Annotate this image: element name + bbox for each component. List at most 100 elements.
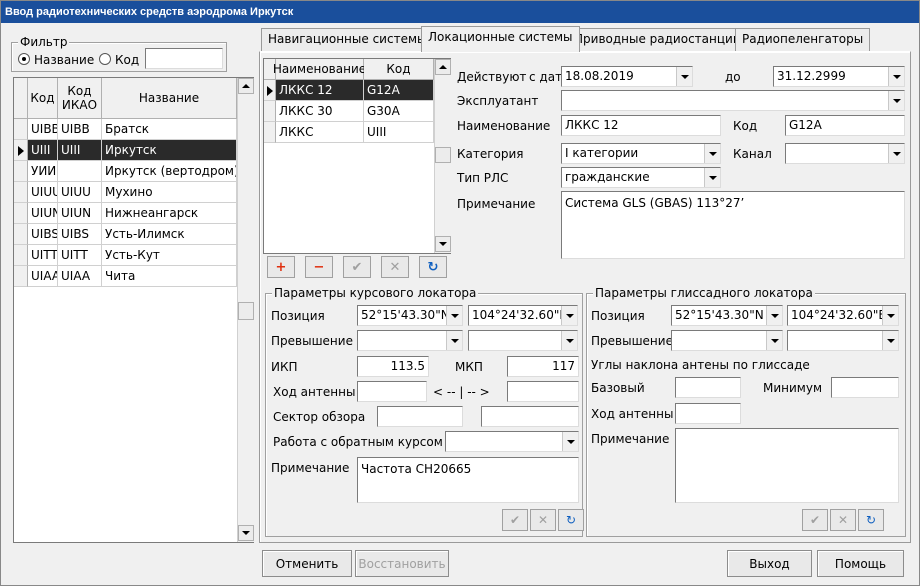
course-antenna-left-input[interactable] [357, 381, 427, 402]
airport-name-cell[interactable]: Усть-Илимск [102, 224, 237, 245]
category-select[interactable]: I категории [561, 143, 721, 164]
dropdown-arrow-icon[interactable] [888, 144, 904, 163]
airport-icao-cell[interactable]: UIBS [58, 224, 102, 245]
operator-select[interactable] [561, 90, 905, 111]
col-header-name[interactable]: Название [102, 78, 237, 119]
dropdown-arrow-icon[interactable] [766, 306, 782, 325]
airport-name-cell[interactable]: Братск [102, 119, 237, 140]
airport-icao-cell[interactable] [58, 161, 102, 182]
refresh-button[interactable]: ↻ [419, 256, 447, 278]
airport-code-cell[interactable]: UIBB [28, 119, 58, 140]
system-code-cell[interactable]: G30A [364, 101, 434, 122]
system-row-indicator[interactable] [264, 80, 276, 101]
sector-from-input[interactable] [377, 406, 463, 427]
sector-to-input[interactable] [481, 406, 579, 427]
filter-input[interactable] [145, 48, 223, 69]
dropdown-arrow-icon[interactable] [882, 331, 898, 350]
glide-note-textarea[interactable] [675, 428, 899, 503]
systems-scroll-thumb[interactable] [435, 147, 451, 163]
system-name-cell[interactable]: ЛККС [276, 122, 364, 143]
airports-scrollbar[interactable] [237, 78, 254, 542]
airport-code-cell[interactable]: UIII [28, 140, 58, 161]
name-input[interactable]: ЛККС 12 [561, 115, 721, 136]
airport-code-cell[interactable]: UIUN [28, 203, 58, 224]
airport-icao-cell[interactable]: UIII [58, 140, 102, 161]
airport-icao-cell[interactable]: UIUN [58, 203, 102, 224]
airport-code-cell[interactable]: UITT [28, 245, 58, 266]
course-refresh-button[interactable]: ↻ [558, 509, 584, 531]
help-button[interactable]: Помощь [817, 550, 904, 577]
row-indicator[interactable] [14, 245, 28, 266]
airport-icao-cell[interactable]: UIAA [58, 266, 102, 287]
dropdown-arrow-icon[interactable] [561, 331, 577, 350]
filter-by-code-radio[interactable] [99, 53, 111, 65]
system-row-indicator[interactable] [264, 101, 276, 122]
remove-button[interactable]: − [305, 256, 333, 278]
tab-navigation[interactable]: Навигационные системы [261, 28, 434, 51]
row-indicator[interactable] [14, 203, 28, 224]
dropdown-arrow-icon[interactable] [561, 306, 577, 325]
system-code-cell[interactable]: G12A [364, 80, 434, 101]
valid-from-date[interactable]: 18.08.2019 [561, 66, 693, 87]
rls-type-select[interactable]: гражданские [561, 167, 721, 188]
dropdown-arrow-icon[interactable] [704, 168, 720, 187]
scroll-down-button[interactable] [238, 525, 254, 541]
course-lon-select[interactable]: 104°24'32.60"E [468, 305, 578, 326]
airport-name-cell[interactable]: Иркутск [102, 140, 237, 161]
glide-base-input[interactable] [675, 377, 741, 398]
note-textarea[interactable]: Система GLS (GBAS) 113°27’ [561, 191, 905, 259]
course-elevation-unit-select[interactable] [468, 330, 578, 351]
glide-elevation-unit-select[interactable] [787, 330, 899, 351]
tab-direction-finders[interactable]: Радиопеленгаторы [735, 28, 871, 51]
airport-icao-cell[interactable]: UIBB [58, 119, 102, 140]
system-code-cell[interactable]: UIII [364, 122, 434, 143]
mkp-input[interactable]: 117 [507, 356, 579, 377]
systems-scrollbar[interactable] [434, 59, 451, 253]
tab-location[interactable]: Локационные системы [421, 26, 580, 52]
scroll-up-button[interactable] [238, 78, 254, 94]
glide-apply-button[interactable]: ✔ [802, 509, 828, 531]
tab-beacons[interactable]: Приводные радиостанции [567, 28, 748, 51]
code-input[interactable]: G12A [785, 115, 905, 136]
glide-antenna-input[interactable] [675, 403, 741, 424]
row-indicator[interactable] [14, 161, 28, 182]
system-name-cell[interactable]: ЛККС 12 [276, 80, 364, 101]
scroll-thumb[interactable] [238, 302, 254, 320]
dropdown-arrow-icon[interactable] [704, 144, 720, 163]
airport-code-cell[interactable]: UIBS [28, 224, 58, 245]
course-elevation-select[interactable] [357, 330, 463, 351]
glide-elevation-select[interactable] [671, 330, 783, 351]
restore-button[interactable]: Восстановить [355, 550, 449, 577]
glide-refresh-button[interactable]: ↻ [858, 509, 884, 531]
glide-lon-select[interactable]: 104°24'32.60"E [787, 305, 899, 326]
col-header-icao[interactable]: Код ИКАО [58, 78, 102, 119]
add-button[interactable]: + [267, 256, 295, 278]
ikp-input[interactable]: 113.5 [357, 356, 429, 377]
backcourse-select[interactable] [445, 431, 579, 452]
airport-name-cell[interactable]: Чита [102, 266, 237, 287]
airport-icao-cell[interactable]: UITT [58, 245, 102, 266]
filter-by-name-radio[interactable] [18, 53, 30, 65]
glide-min-input[interactable] [831, 377, 899, 398]
col-header-system-name[interactable]: Наименование [273, 59, 366, 80]
airport-name-cell[interactable]: Мухино [102, 182, 237, 203]
course-note-textarea[interactable]: Частота CH20665 [357, 457, 579, 503]
airport-code-cell[interactable]: UIUU [28, 182, 58, 203]
row-indicator[interactable] [14, 119, 28, 140]
dropdown-arrow-icon[interactable] [766, 331, 782, 350]
cancel-button[interactable]: Отменить [262, 550, 352, 577]
dropdown-arrow-icon[interactable] [882, 306, 898, 325]
course-lat-select[interactable]: 52°15'43.30"N [357, 305, 463, 326]
dropdown-arrow-icon[interactable] [446, 306, 462, 325]
glide-cancel-button[interactable]: ✕ [830, 509, 856, 531]
row-indicator[interactable] [14, 266, 28, 287]
systems-scroll-up[interactable] [435, 59, 451, 75]
exit-button[interactable]: Выход [727, 550, 812, 577]
row-indicator[interactable] [14, 140, 28, 161]
system-name-cell[interactable]: ЛККС 30 [276, 101, 364, 122]
row-indicator[interactable] [14, 182, 28, 203]
apply-button[interactable]: ✔ [343, 256, 371, 278]
airport-name-cell[interactable]: Нижнеангарск [102, 203, 237, 224]
dropdown-arrow-icon[interactable] [888, 91, 904, 110]
valid-to-date[interactable]: 31.12.2999 [773, 66, 905, 87]
